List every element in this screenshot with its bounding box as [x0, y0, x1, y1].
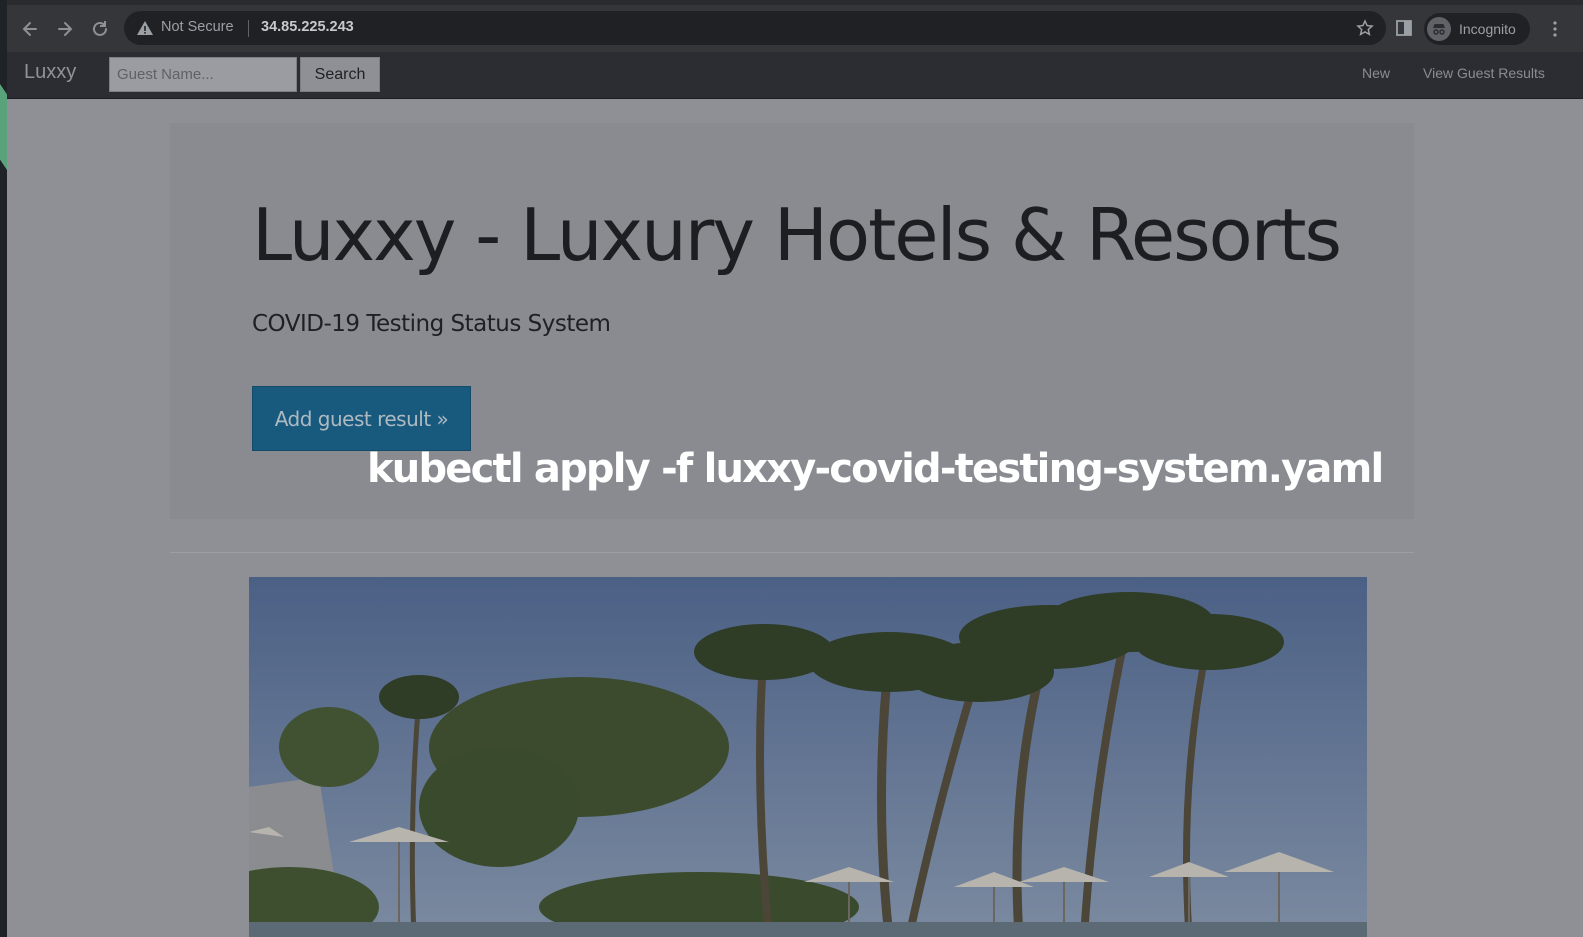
- page-subtitle: COVID-19 Testing Status System: [252, 311, 611, 337]
- address-separator: [248, 20, 249, 37]
- section-divider: [170, 552, 1414, 553]
- site-navbar: Luxxy Search New View Guest Results: [7, 52, 1583, 99]
- incognito-label: Incognito: [1459, 21, 1516, 37]
- reload-icon[interactable]: [87, 16, 113, 42]
- nav-link-view-guest-results[interactable]: View Guest Results: [1423, 65, 1545, 81]
- back-arrow-icon[interactable]: [17, 16, 43, 42]
- guest-name-input[interactable]: [109, 57, 297, 92]
- side-panel-icon[interactable]: [1395, 19, 1413, 37]
- star-icon[interactable]: [1356, 19, 1374, 37]
- site-brand[interactable]: Luxxy: [24, 61, 76, 84]
- nav-link-new[interactable]: New: [1362, 65, 1390, 81]
- add-guest-result-button[interactable]: Add guest result »: [252, 386, 471, 451]
- resort-photo: [249, 577, 1367, 937]
- address-bar[interactable]: Not Secure 34.85.225.243: [124, 11, 1386, 45]
- incognito-profile[interactable]: Incognito: [1424, 13, 1530, 45]
- url-text[interactable]: 34.85.225.243: [261, 19, 354, 35]
- forward-arrow-icon[interactable]: [52, 16, 78, 42]
- web-page: Luxxy Search New View Guest Results Luxx…: [7, 52, 1583, 937]
- incognito-icon: [1427, 17, 1451, 41]
- more-menu-icon[interactable]: [1552, 19, 1558, 39]
- page-title: Luxxy - Luxury Hotels & Resorts: [252, 193, 1342, 277]
- left-edge-accent: [0, 84, 7, 170]
- security-status[interactable]: Not Secure: [161, 19, 234, 35]
- browser-toolbar: Not Secure 34.85.225.243 Incognito: [7, 0, 1583, 52]
- warning-icon: [137, 21, 153, 35]
- search-button[interactable]: Search: [300, 57, 380, 92]
- command-caption: kubectl apply -f luxxy-covid-testing-sys…: [367, 446, 1384, 492]
